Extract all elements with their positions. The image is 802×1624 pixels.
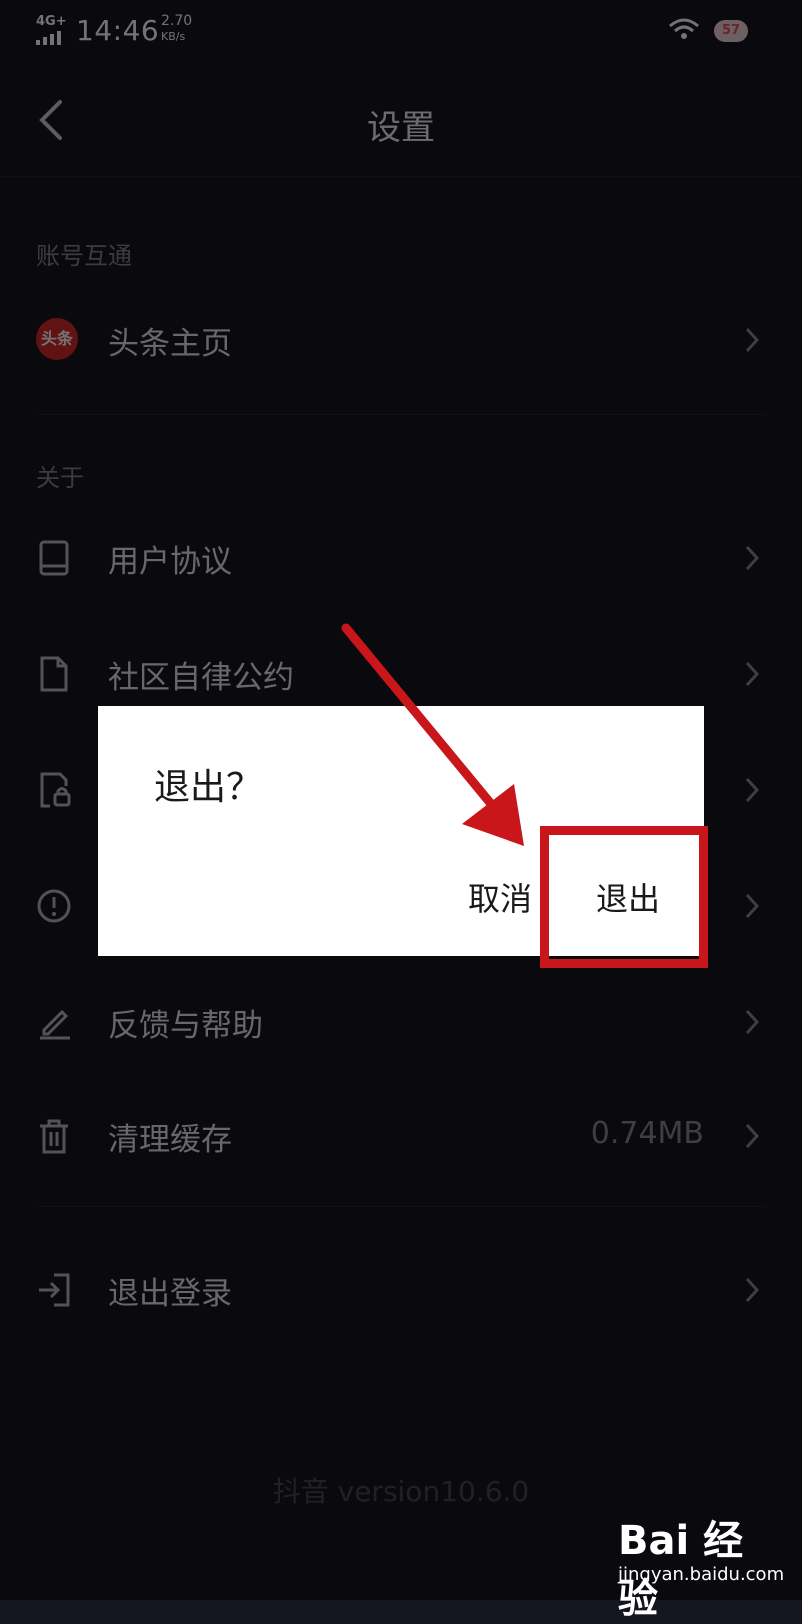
settings-item-user-agreement[interactable]: 用户协议 — [0, 508, 802, 608]
dialog-title: 退出？ — [154, 767, 263, 808]
baidu-jingyan-watermark: Bai 经验 jingyan.baidu.com — [618, 1508, 784, 1622]
chevron-right-icon — [745, 893, 760, 919]
trash-icon — [40, 1119, 68, 1154]
exclamation-icon — [37, 889, 71, 923]
settings-item-feedback[interactable]: 反馈与帮助 — [0, 972, 802, 1072]
item-label: 反馈与帮助 — [108, 1008, 263, 1044]
chevron-right-icon — [745, 1123, 760, 1149]
settings-item-clear-cache[interactable]: 清理缓存 0.74MB — [0, 1086, 802, 1186]
item-label: 退出登录 — [108, 1276, 232, 1312]
chevron-right-icon — [745, 777, 760, 803]
network-type: 4G+ — [36, 14, 67, 29]
document-icon — [40, 656, 68, 692]
settings-item-logout[interactable]: 退出登录 — [0, 1240, 802, 1340]
item-label: 头条主页 — [108, 326, 232, 362]
chevron-right-icon — [745, 545, 760, 571]
section-label-about: 关于 — [36, 464, 84, 492]
toutiao-logo: 头条 — [36, 318, 78, 360]
item-label: 用户协议 — [108, 544, 232, 580]
divider — [36, 1206, 766, 1207]
network-speed: 2.70 KB/s — [161, 14, 192, 44]
app-version: 抖音 version10.6.0 — [272, 1475, 530, 1508]
cellular-signal-icon: 4G+ — [36, 14, 70, 45]
watermark-url: jingyan.baidu.com — [618, 1564, 785, 1585]
chevron-right-icon — [745, 661, 760, 687]
pencil-icon — [40, 1009, 70, 1040]
status-bar: 4G+ 14:46 2.70 KB/s 57 — [0, 0, 802, 64]
battery-icon: 57 — [714, 20, 748, 42]
page-title: 设置 — [367, 108, 435, 148]
settings-item-toutiao[interactable]: 头条 头条主页 — [0, 290, 802, 390]
chevron-right-icon — [745, 327, 760, 353]
chevron-right-icon — [745, 1277, 760, 1303]
wifi-icon — [669, 18, 699, 39]
chevron-right-icon — [745, 1009, 760, 1035]
item-label: 社区自律公约 — [108, 660, 294, 696]
cache-size: 0.74MB — [590, 1116, 704, 1151]
book-icon — [39, 540, 69, 576]
speed-unit: KB/s — [161, 30, 186, 43]
annotation-highlight-box — [540, 826, 708, 968]
section-label-account: 账号互通 — [36, 242, 132, 270]
item-label: 清理缓存 — [108, 1122, 232, 1158]
divider — [36, 414, 766, 415]
header: 设置 — [0, 64, 802, 177]
speed-value: 2.70 — [161, 13, 193, 29]
clock: 14:46 — [76, 14, 160, 47]
battery-level: 57 — [721, 23, 741, 38]
cancel-button[interactable]: 取消 — [468, 874, 532, 920]
lock-document-icon — [40, 772, 71, 808]
logout-icon — [39, 1273, 70, 1307]
